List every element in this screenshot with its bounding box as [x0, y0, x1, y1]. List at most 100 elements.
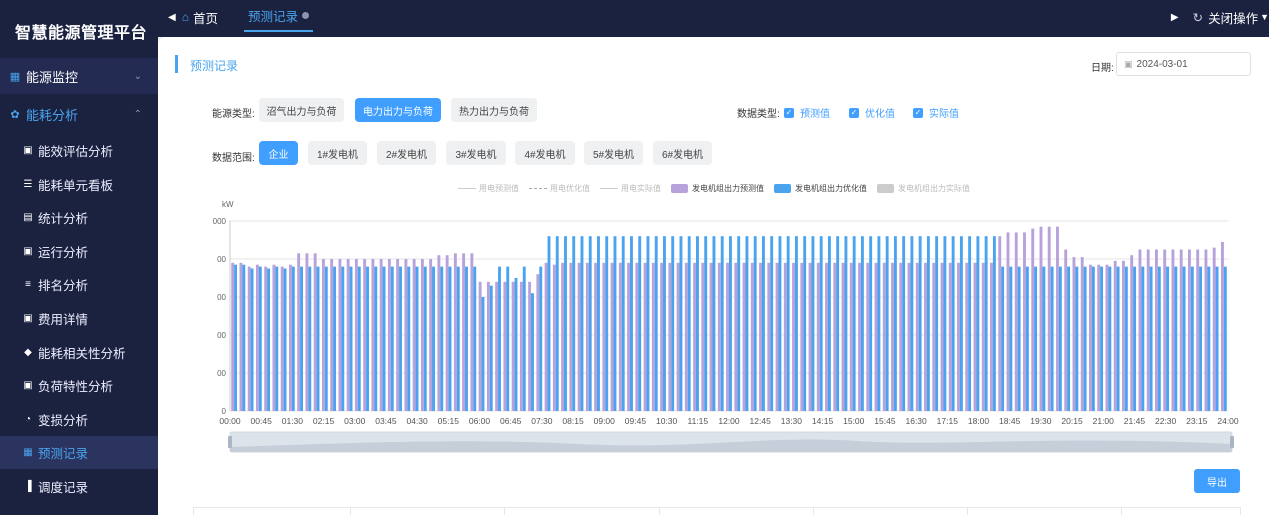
- sidebar-item-3[interactable]: ▣ 运行分析: [0, 235, 158, 268]
- bar-optimized: [531, 293, 534, 411]
- bar-predicted: [965, 262, 969, 411]
- sidebar-item-5[interactable]: ▣ 费用详情: [0, 302, 158, 335]
- zoom-handle-right[interactable]: [1230, 436, 1234, 448]
- bar-predicted: [1171, 249, 1175, 411]
- bar-predicted: [750, 262, 754, 411]
- zoom-handle-left[interactable]: [228, 436, 232, 448]
- legend-item[interactable]: 用电预测值: [458, 183, 519, 194]
- bar-predicted: [412, 259, 416, 411]
- legend-item[interactable]: 发电机组出力预测值: [671, 183, 764, 194]
- bar-optimized: [613, 236, 617, 411]
- sidebar-item-10[interactable]: ▐ 调度记录: [0, 470, 158, 503]
- scope-gen5-button[interactable]: 5#发电机: [584, 141, 643, 165]
- legend-item[interactable]: 发电机组出力优化值: [774, 183, 867, 194]
- bar-predicted: [280, 266, 284, 411]
- scope-gen2-button[interactable]: 2#发电机: [377, 141, 436, 165]
- sidebar-item-4[interactable]: ≡ 排名分析: [0, 268, 158, 301]
- checkbox-actual[interactable]: ✓ 实际值: [913, 105, 959, 120]
- bar-predicted: [742, 262, 746, 411]
- sidebar-item-label: 费用详情: [38, 313, 89, 327]
- legend-item[interactable]: 用电实际值: [600, 183, 661, 194]
- bar-predicted: [1023, 232, 1026, 411]
- clipboard-icon: ▤: [23, 212, 33, 224]
- bar-optimized: [654, 236, 658, 411]
- x-tick-label: 09:00: [594, 416, 616, 426]
- sidebar-item-label: 排名分析: [38, 279, 89, 294]
- sidebar-group-monitor[interactable]: ▦ 能源监控 ⌄: [0, 58, 158, 94]
- scope-gen1-button[interactable]: 1#发电机: [308, 141, 367, 165]
- bar-optimized: [671, 236, 675, 411]
- bar-predicted: [387, 259, 391, 411]
- sidebar-group-analysis[interactable]: ✿ 能耗分析 ⌃: [0, 96, 158, 132]
- scope-enterprise-button[interactable]: 企业: [259, 141, 298, 165]
- top-bar: ◀ ⌂ 首页 预测记录 ▶ ↻ 关闭操作 ▼: [158, 0, 1269, 37]
- chevron-up-icon: ⌃: [133, 108, 142, 120]
- sidebar-item-6[interactable]: ◆ 能耗相关性分析: [0, 336, 158, 369]
- checkbox-optimized[interactable]: ✓ 优化值: [849, 105, 895, 120]
- scope-gen6-button[interactable]: 6#发电机: [653, 141, 712, 165]
- save-icon: ▣: [23, 380, 33, 392]
- date-label: 日期:: [1091, 63, 1114, 74]
- bar-optimized: [432, 266, 435, 411]
- bar-predicted: [940, 262, 944, 411]
- x-tick-label: 12:00: [718, 416, 740, 426]
- sidebar: 智慧能源管理平台 ▦ 能源监控 ⌄ ✿ 能耗分析 ⌃ ▣ 能效评估分析 ☰ 能耗单元看…: [0, 0, 158, 515]
- legend-item[interactable]: 发电机组出力实际值: [877, 183, 970, 194]
- bar-optimized: [852, 236, 856, 411]
- bar-predicted: [660, 262, 664, 411]
- caret-left-icon[interactable]: ◀: [168, 12, 176, 23]
- bar-predicted: [569, 262, 573, 411]
- bar-optimized: [827, 236, 831, 411]
- sidebar-item-1[interactable]: ☰ 能耗单元看板: [0, 168, 158, 201]
- bar-optimized: [366, 266, 369, 411]
- table-column-divider: [813, 507, 814, 515]
- bar-optimized: [1133, 266, 1137, 411]
- close-icon[interactable]: [302, 11, 310, 19]
- legend-label: 用电预测值: [479, 183, 519, 193]
- energy-type-biogas-button[interactable]: 沼气出力与负荷: [259, 98, 344, 122]
- export-button[interactable]: 导出: [1194, 469, 1240, 493]
- energy-type-power-button[interactable]: 电力出力与负荷: [355, 98, 441, 122]
- bar-optimized: [349, 266, 353, 411]
- scope-gen3-button[interactable]: 3#发电机: [446, 141, 506, 165]
- bar-predicted: [519, 281, 523, 411]
- date-picker[interactable]: ▣ 2024-03-01: [1116, 52, 1251, 76]
- bar-optimized: [1207, 266, 1211, 411]
- tab-home[interactable]: ◀ ⌂ 首页: [168, 0, 218, 34]
- checkbox-predicted[interactable]: ✓ 预测值: [784, 105, 830, 120]
- sidebar-item-7[interactable]: ▣ 负荷特性分析: [0, 369, 158, 402]
- sidebar-item-0[interactable]: ▣ 能效评估分析: [0, 134, 158, 167]
- content-panel: 预测记录 日期: ▣ 2024-03-01 能源类型: 沼气出力与负荷 电力出力…: [158, 37, 1269, 515]
- bar-predicted: [717, 262, 721, 411]
- caret-right-icon[interactable]: ▶: [1171, 12, 1179, 23]
- sidebar-item-2[interactable]: ▤ 统计分析: [0, 201, 158, 234]
- bar-predicted: [825, 262, 828, 411]
- legend-label: 发电机组出力优化值: [795, 183, 867, 193]
- sidebar-item-label: 能耗相关性分析: [38, 346, 126, 361]
- close-ops-dropdown[interactable]: 关闭操作: [1208, 8, 1258, 27]
- x-tick-label: 23:15: [1186, 416, 1208, 426]
- bar-optimized: [489, 285, 493, 411]
- bar-optimized: [968, 236, 972, 411]
- bar-optimized: [407, 266, 411, 411]
- bar-optimized: [316, 266, 320, 411]
- sidebar-item-8[interactable]: ◔ 变损分析: [0, 403, 158, 436]
- sidebar-item-9[interactable]: ▦ 预测记录: [0, 436, 158, 470]
- top-right-controls: ▶ ↻ 关闭操作 ▼: [1171, 0, 1269, 34]
- scope-gen4-button[interactable]: 4#发电机: [515, 141, 575, 165]
- bar-optimized: [1124, 266, 1128, 411]
- bar-optimized: [275, 266, 279, 411]
- tab-forecast[interactable]: 预测记录: [244, 0, 314, 32]
- energy-type-heat-button[interactable]: 热力出力与负荷: [451, 98, 537, 122]
- bar-predicted: [907, 262, 911, 411]
- bar-optimized: [1058, 266, 1062, 411]
- refresh-icon[interactable]: ↻: [1193, 10, 1203, 25]
- bar-optimized: [341, 266, 345, 411]
- x-tick-label: 16:30: [905, 416, 927, 426]
- x-tick-label: 11:15: [687, 416, 708, 426]
- bar-optimized: [778, 236, 782, 411]
- bar-optimized: [1215, 266, 1219, 411]
- bar-optimized: [242, 264, 246, 411]
- legend-item[interactable]: 用电优化值: [529, 183, 590, 194]
- bar-predicted: [561, 262, 565, 411]
